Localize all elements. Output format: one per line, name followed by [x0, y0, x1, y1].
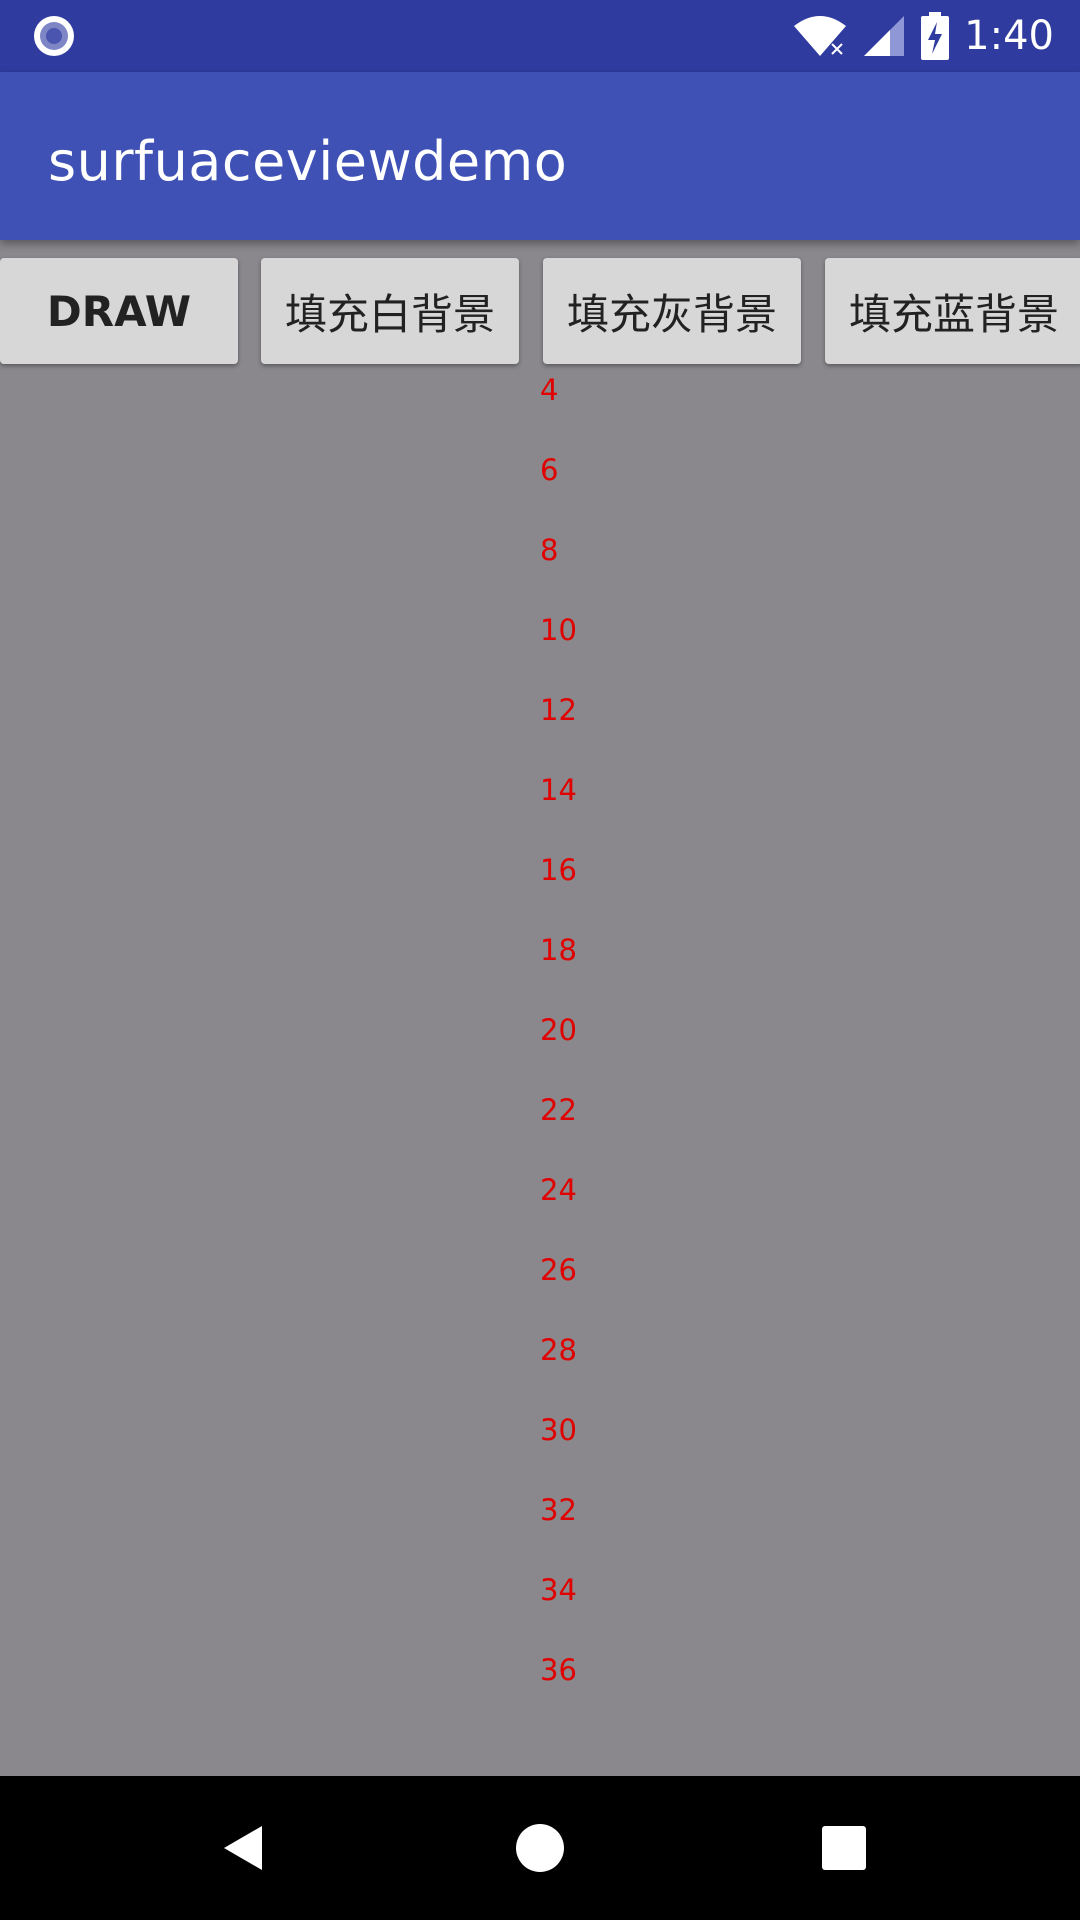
status-time: 1:40: [964, 13, 1054, 59]
cellular-signal-icon: [864, 16, 905, 56]
canvas-number: 36: [540, 1653, 577, 1687]
app-bar: surfuaceviewdemo: [0, 72, 1080, 240]
canvas-number: 34: [540, 1573, 577, 1607]
canvas-number: 26: [540, 1253, 577, 1287]
navigation-bar: [0, 1776, 1080, 1920]
notification-record-icon: [34, 16, 74, 56]
back-icon[interactable]: [212, 1816, 276, 1880]
fill-white-background-button[interactable]: 填充白背景: [261, 258, 519, 364]
canvas-number: 8: [540, 533, 559, 567]
canvas-number: 16: [540, 853, 577, 887]
canvas-number: 22: [540, 1093, 577, 1127]
canvas-number: 10: [540, 613, 577, 647]
canvas-number: 18: [540, 933, 577, 967]
fill-blue-background-button[interactable]: 填充蓝背景: [825, 258, 1080, 364]
recents-icon[interactable]: [812, 1816, 876, 1880]
canvas-number: 14: [540, 773, 577, 807]
button-row: DRAW 填充白背景 填充灰背景 填充蓝背景: [0, 258, 1080, 366]
surface-canvas[interactable]: 4 6 8 10 12 14 16 18 20 22 24 26 28 30 3…: [0, 366, 1080, 1776]
canvas-number: 12: [540, 693, 577, 727]
battery-charging-icon: [921, 12, 950, 60]
wifi-icon: [794, 16, 847, 56]
canvas-number: 6: [540, 453, 559, 487]
canvas-number: 32: [540, 1493, 577, 1527]
fill-gray-background-button[interactable]: 填充灰背景: [543, 258, 801, 364]
canvas-number: 24: [540, 1173, 577, 1207]
canvas-number: 4: [540, 373, 559, 407]
canvas-number: 28: [540, 1333, 577, 1367]
app-title: surfuaceviewdemo: [48, 130, 568, 193]
draw-button[interactable]: DRAW: [0, 258, 238, 364]
home-icon[interactable]: [508, 1816, 572, 1880]
canvas-number: 30: [540, 1413, 577, 1447]
status-bar: 1:40: [0, 0, 1080, 72]
canvas-number: 20: [540, 1013, 577, 1047]
